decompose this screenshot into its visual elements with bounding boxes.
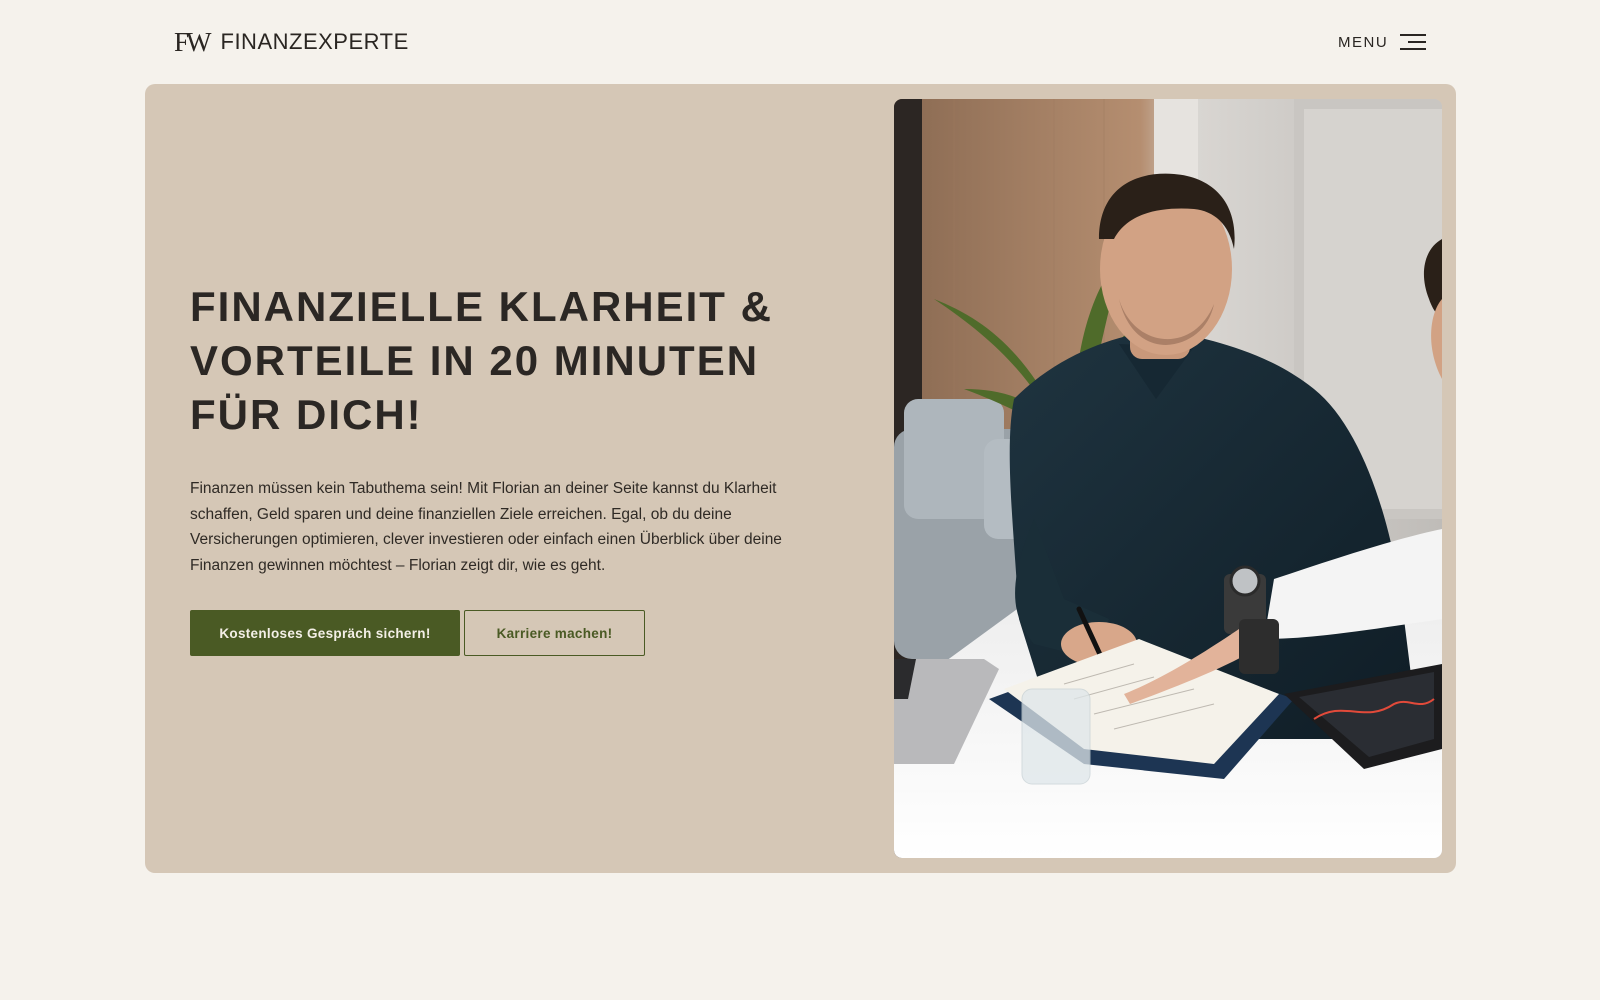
site-header: FW FINANZEXPERTE MENU (0, 0, 1600, 84)
hero-content: FINANZIELLE KLARHEIT & VORTEILE IN 20 MI… (190, 280, 850, 656)
logo-wordmark: FINANZEXPERTE (220, 29, 409, 54)
free-consultation-button[interactable]: Kostenloses Gespräch sichern! (190, 610, 460, 656)
menu-label: MENU (1338, 33, 1389, 51)
hero-description: Finanzen müssen kein Tabuthema sein! Mit… (190, 480, 782, 574)
hero-photo (894, 99, 1442, 858)
menu-button[interactable]: MENU (1338, 30, 1427, 54)
hero-cta-group: Kostenloses Gespräch sichern! Karriere m… (190, 610, 850, 656)
consultation-photo-illustration (894, 99, 1442, 858)
hero-section: FINANZIELLE KLARHEIT & VORTEILE IN 20 MI… (145, 84, 1456, 873)
hamburger-icon (1398, 32, 1427, 52)
hero-title: FINANZIELLE KLARHEIT & VORTEILE IN 20 MI… (190, 283, 773, 438)
logo-monogram: FW (174, 27, 211, 57)
site-logo[interactable]: FW FINANZEXPERTE (174, 28, 409, 56)
career-button[interactable]: Karriere machen! (464, 610, 645, 656)
